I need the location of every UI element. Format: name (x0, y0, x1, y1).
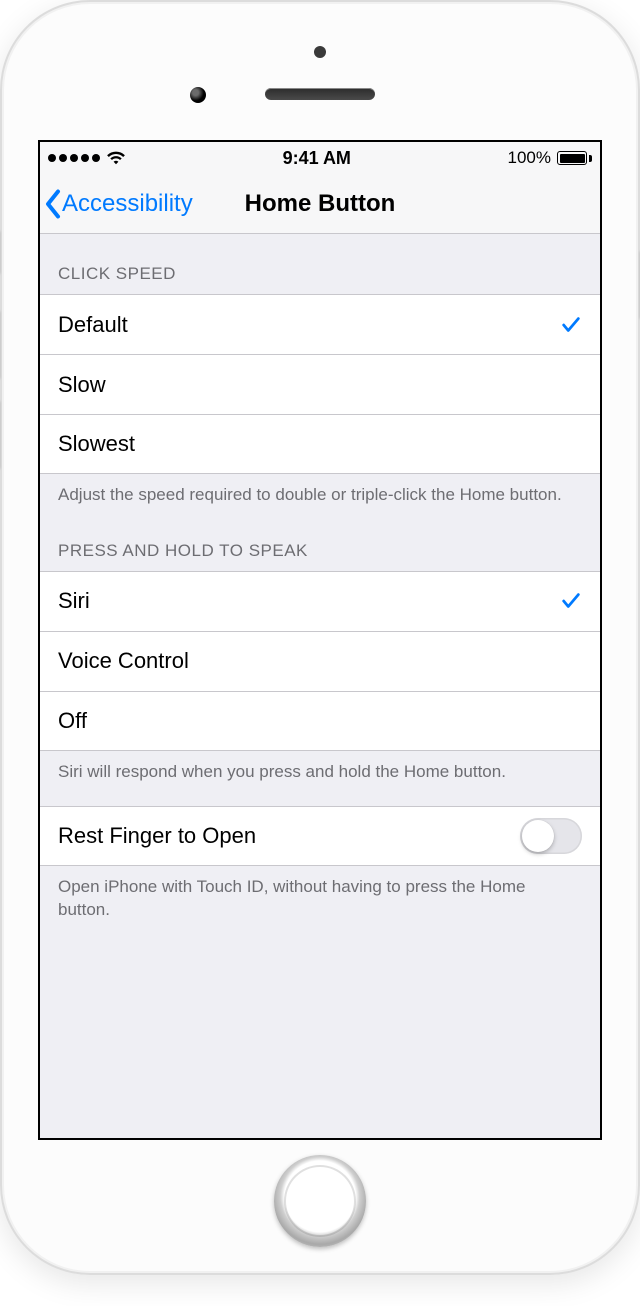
rest-finger-to-open-row[interactable]: Rest Finger to Open (40, 806, 600, 866)
option-label: Slow (58, 372, 582, 398)
section-footer-press-hold: Siri will respond when you press and hol… (40, 751, 600, 788)
section-header-press-hold: PRESS AND HOLD TO SPEAK (40, 511, 600, 571)
option-label: Voice Control (58, 648, 582, 674)
cellular-signal-icon (48, 154, 100, 162)
checkmark-icon (560, 314, 582, 336)
option-label: Default (58, 312, 560, 338)
back-button[interactable]: Accessibility (40, 189, 193, 219)
option-label: Slowest (58, 431, 582, 457)
home-button-hardware (274, 1155, 366, 1247)
earpiece-speaker (265, 88, 375, 100)
click-speed-option-slowest[interactable]: Slowest (40, 414, 600, 474)
section-footer-click-speed: Adjust the speed required to double or t… (40, 474, 600, 511)
back-label: Accessibility (62, 190, 193, 218)
navigation-bar: Accessibility Home Button (40, 174, 600, 234)
wifi-icon (106, 151, 126, 165)
status-time: 9:41 AM (283, 148, 351, 169)
iphone-device-frame: 9:41 AM 100% Accessibility Home Button C… (0, 0, 640, 1275)
toggle-label: Rest Finger to Open (58, 823, 520, 849)
press-hold-option-off[interactable]: Off (40, 691, 600, 751)
option-label: Siri (58, 588, 560, 614)
page-title: Home Button (245, 190, 396, 218)
status-bar: 9:41 AM 100% (40, 142, 600, 174)
press-hold-option-voice-control[interactable]: Voice Control (40, 631, 600, 691)
screen: 9:41 AM 100% Accessibility Home Button C… (38, 140, 602, 1140)
section-header-click-speed: CLICK SPEED (40, 234, 600, 294)
checkmark-icon (560, 590, 582, 612)
press-hold-option-siri[interactable]: Siri (40, 571, 600, 631)
battery-icon (557, 151, 592, 165)
proximity-sensor (314, 46, 326, 58)
section-footer-rest-finger: Open iPhone with Touch ID, without havin… (40, 866, 600, 926)
battery-percentage: 100% (508, 148, 551, 168)
front-camera (190, 87, 206, 103)
click-speed-option-default[interactable]: Default (40, 294, 600, 354)
option-label: Off (58, 708, 582, 734)
chevron-left-icon (44, 189, 62, 219)
click-speed-option-slow[interactable]: Slow (40, 354, 600, 414)
rest-finger-toggle[interactable] (520, 818, 582, 854)
